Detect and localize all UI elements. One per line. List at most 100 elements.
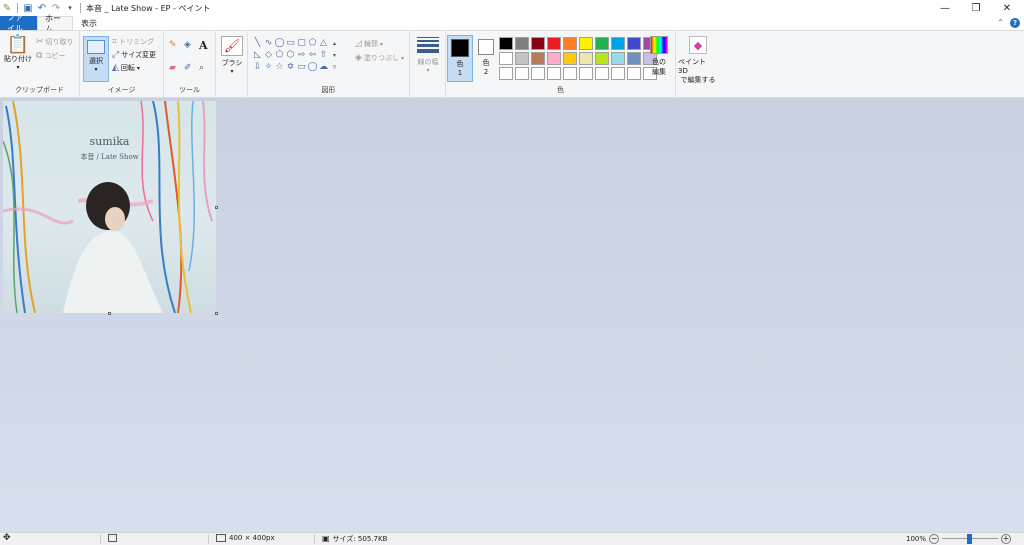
color-swatch[interactable]: [627, 37, 641, 50]
zoom-out-icon[interactable]: −: [929, 534, 940, 544]
brushes-button[interactable]: 🖌 ブラシ ▾: [219, 36, 245, 75]
color-picker-icon[interactable]: ✐: [184, 64, 192, 73]
color-swatch[interactable]: [515, 37, 529, 50]
color-swatch[interactable]: [563, 37, 577, 50]
curve-shape-icon[interactable]: ∿: [263, 37, 274, 49]
six-point-star-shape-icon[interactable]: ✡: [285, 61, 296, 73]
triangle-shape-icon[interactable]: △: [318, 37, 329, 49]
fill-icon: ◈: [355, 52, 362, 63]
color-swatch[interactable]: [531, 37, 545, 50]
color-swatch[interactable]: [611, 52, 625, 65]
color-swatch[interactable]: [547, 52, 561, 65]
pentagon-shape-icon[interactable]: ⬠: [274, 49, 285, 61]
color-swatch[interactable]: [595, 37, 609, 50]
right-triangle-shape-icon[interactable]: ◺: [252, 49, 263, 61]
pencil-icon[interactable]: ✎: [169, 41, 177, 50]
color-swatch[interactable]: [627, 67, 641, 80]
chevron-down-icon: ▾: [401, 54, 405, 62]
resize-handle-right[interactable]: [215, 206, 218, 209]
scroll-up-icon[interactable]: ▴: [329, 37, 340, 49]
cut-label: 切り取り: [45, 38, 74, 46]
color-swatch[interactable]: [499, 52, 513, 65]
hexagon-shape-icon[interactable]: ⬡: [285, 49, 296, 61]
rotate-button[interactable]: ◭ 回転 ▾: [112, 63, 140, 73]
color-swatch[interactable]: [547, 37, 561, 50]
up-arrow-shape-icon[interactable]: ⇧: [318, 49, 329, 61]
left-arrow-shape-icon[interactable]: ⇦: [307, 49, 318, 61]
outline-button[interactable]: ◿ 輪郭 ▾: [355, 39, 383, 49]
color-swatch[interactable]: [627, 52, 641, 65]
color-swatch[interactable]: [611, 37, 625, 50]
help-icon[interactable]: ?: [1010, 18, 1020, 28]
chevron-down-icon: ▾: [16, 64, 20, 71]
chevron-down-icon: ▾: [426, 67, 430, 74]
color-swatch[interactable]: [611, 67, 625, 80]
fill-bucket-icon[interactable]: ◈: [184, 41, 191, 50]
cloud-shape-icon[interactable]: ☁: [318, 61, 329, 73]
edit-colors-button[interactable]: 色の 編集: [647, 36, 671, 77]
color-swatch[interactable]: [563, 67, 577, 80]
paint3d-button[interactable]: ◆ ペイント 3D で編集する: [678, 36, 718, 85]
maximize-button[interactable]: ❐: [961, 0, 991, 16]
callout-rect-shape-icon[interactable]: ▭: [296, 61, 307, 73]
oval-shape-icon[interactable]: ◯: [274, 37, 285, 49]
ribbon: 📋 貼り付け ▾ ✂ 切り取り ⧉ コピー クリップボード 選択 ▾ ⌗ トリミ…: [0, 30, 1024, 98]
color-swatch[interactable]: [531, 67, 545, 80]
crop-button[interactable]: ⌗ トリミング: [112, 37, 154, 47]
color-swatch[interactable]: [579, 37, 593, 50]
zoom-in-icon[interactable]: +: [1001, 534, 1012, 544]
color-swatch[interactable]: [563, 52, 577, 65]
diamond-shape-icon[interactable]: ◇: [263, 49, 274, 61]
scroll-down-icon[interactable]: ▾: [329, 49, 340, 61]
color1-button[interactable]: 色 1: [447, 35, 473, 82]
paste-button[interactable]: 📋 貼り付け ▾: [4, 36, 32, 72]
color-swatch[interactable]: [579, 67, 593, 80]
color2-button[interactable]: 色 2: [475, 36, 497, 76]
color-swatch[interactable]: [499, 37, 513, 50]
collapse-ribbon-icon[interactable]: ⌃: [997, 19, 1004, 27]
drawing-canvas[interactable]: sumika 本音 / Late Show: [3, 101, 216, 313]
select-button[interactable]: 選択 ▾: [83, 36, 109, 82]
color-swatch[interactable]: [515, 52, 529, 65]
minimize-button[interactable]: —: [930, 0, 960, 16]
color-swatch[interactable]: [547, 67, 561, 80]
resize-button[interactable]: ⤢ サイズ変更: [112, 50, 156, 60]
zoom-slider-thumb[interactable]: [967, 534, 973, 544]
four-point-star-shape-icon[interactable]: ✧: [263, 61, 274, 73]
down-arrow-shape-icon[interactable]: ⇩: [252, 61, 263, 73]
fill-button[interactable]: ◈ 塗りつぶし ▾: [355, 53, 404, 63]
color2-number: 2: [483, 68, 489, 76]
magnifier-icon[interactable]: ⌕: [199, 64, 204, 73]
color-swatch[interactable]: [499, 67, 513, 80]
tab-view[interactable]: 表示: [73, 16, 105, 30]
polygon-shape-icon[interactable]: ⬠: [307, 37, 318, 49]
eraser-icon[interactable]: ▰: [169, 64, 176, 73]
resize-handle-bottom[interactable]: [108, 312, 111, 315]
resize-handle-corner[interactable]: [215, 312, 218, 315]
select-label: 選択: [89, 57, 103, 65]
zoom-slider[interactable]: [942, 534, 999, 544]
tab-home[interactable]: ホーム: [37, 14, 73, 34]
brush-icon: 🖌: [221, 36, 243, 56]
text-icon[interactable]: A: [199, 40, 208, 51]
color-swatch[interactable]: [531, 52, 545, 65]
rectangle-shape-icon[interactable]: ▭: [285, 37, 296, 49]
color-swatch[interactable]: [515, 67, 529, 80]
right-arrow-shape-icon[interactable]: ⇨: [296, 49, 307, 61]
expand-gallery-icon[interactable]: ▿: [329, 61, 340, 73]
copy-button[interactable]: ⧉ コピー: [36, 51, 65, 61]
close-button[interactable]: ✕: [992, 0, 1022, 16]
rounded-rectangle-shape-icon[interactable]: ▢: [296, 37, 307, 49]
color-swatch[interactable]: [579, 52, 593, 65]
color-swatch[interactable]: [595, 52, 609, 65]
customize-quick-access-button[interactable]: ▾: [63, 1, 77, 15]
color-spectrum-icon: [650, 36, 668, 54]
callout-oval-shape-icon[interactable]: ◯: [307, 61, 318, 73]
five-point-star-shape-icon[interactable]: ☆: [274, 61, 285, 73]
cut-button[interactable]: ✂ 切り取り: [36, 37, 74, 47]
tab-file[interactable]: ファイル: [0, 13, 37, 33]
color-swatch[interactable]: [595, 67, 609, 80]
size-group: 線の幅 ▾: [410, 31, 446, 97]
line-shape-icon[interactable]: ╲: [252, 37, 263, 49]
size-button[interactable]: 線の幅 ▾: [414, 37, 442, 74]
